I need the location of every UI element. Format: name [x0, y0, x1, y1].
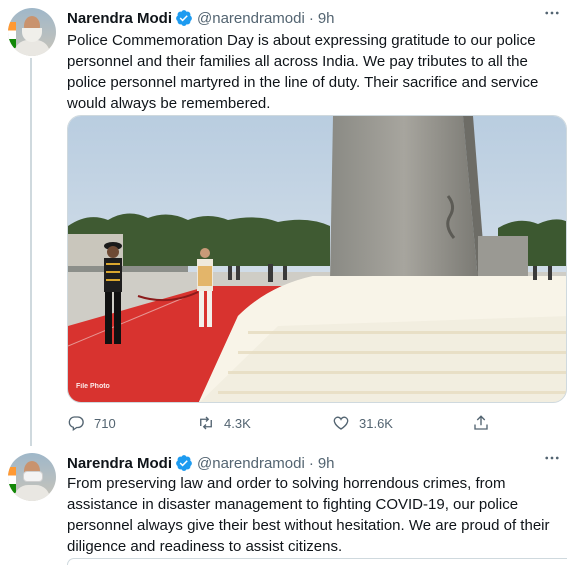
reply-count: 710	[94, 415, 116, 431]
verified-badge-icon	[176, 10, 192, 26]
tweet-timestamp[interactable]: 9h	[318, 10, 335, 27]
photo-illustration	[68, 116, 566, 402]
avatar-face-mask	[23, 471, 43, 482]
separator-dot: ·	[308, 9, 314, 27]
separator-dot: ·	[308, 454, 314, 472]
tweet-timestamp[interactable]: 9h	[318, 455, 335, 472]
avatar[interactable]	[8, 453, 56, 501]
retweet-icon	[200, 416, 212, 430]
avatar[interactable]	[8, 8, 56, 56]
tweet[interactable]: Narendra Modi @narendramodi · 9h From pr…	[0, 445, 567, 565]
retweet-count: 4.3K	[224, 415, 251, 431]
thread-connector-line	[30, 58, 32, 446]
tweet[interactable]: Narendra Modi @narendramodi · 9h Police …	[0, 0, 567, 446]
author-handle[interactable]: @narendramodi	[197, 10, 305, 27]
flag-decoration	[8, 22, 16, 48]
verified-badge-icon	[176, 455, 192, 471]
like-icon	[333, 416, 349, 430]
more-icon[interactable]	[543, 4, 561, 27]
avatar-body	[14, 40, 50, 56]
like-count: 31.6K	[359, 415, 393, 431]
share-button[interactable]	[472, 410, 499, 436]
photo-watermark: File Photo	[76, 383, 110, 390]
tweet-photo[interactable]: File Photo	[67, 115, 567, 403]
share-icon	[474, 415, 488, 430]
tweet-text: Police Commemoration Day is about expres…	[67, 32, 539, 112]
more-icon[interactable]	[543, 449, 561, 472]
tweet-header: Narendra Modi @narendramodi · 9h	[67, 453, 335, 473]
author-name[interactable]: Narendra Modi	[67, 10, 172, 27]
attached-media-edge	[67, 558, 567, 565]
reply-icon	[68, 416, 84, 432]
author-handle[interactable]: @narendramodi	[197, 455, 305, 472]
retweet-button[interactable]: 4.3K	[197, 410, 251, 436]
reply-button[interactable]: 710	[67, 410, 116, 436]
author-name[interactable]: Narendra Modi	[67, 455, 172, 472]
tweet-header: Narendra Modi @narendramodi · 9h	[67, 8, 335, 28]
tweet-actions: 710 4.3K 31.6K	[67, 410, 497, 436]
like-button[interactable]: 31.6K	[332, 410, 393, 436]
flag-decoration	[8, 467, 16, 493]
tweet-text: From preserving law and order to solving…	[67, 475, 550, 555]
avatar-body	[14, 485, 50, 501]
